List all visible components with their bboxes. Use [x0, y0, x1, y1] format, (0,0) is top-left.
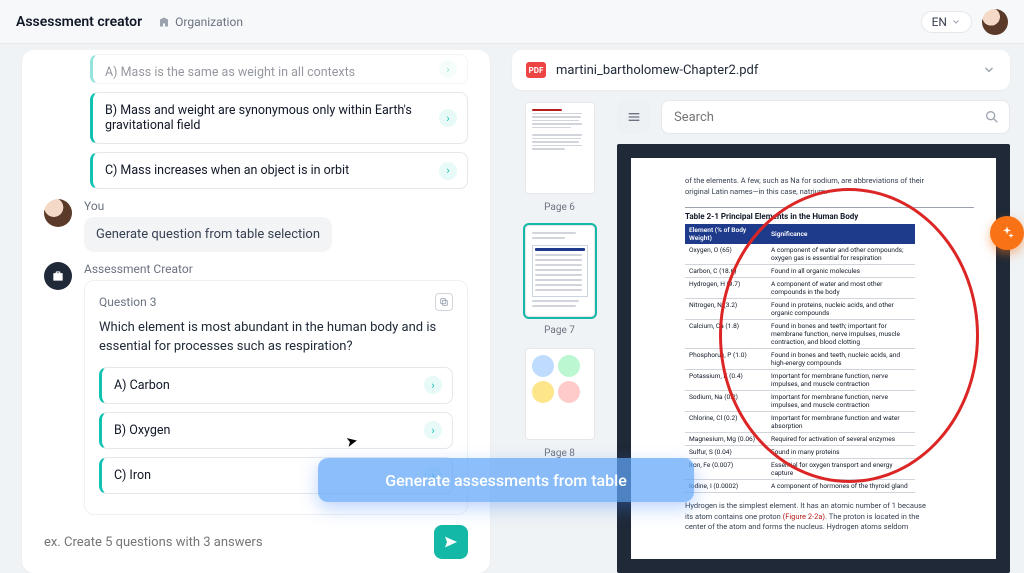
chevron-down-icon [982, 63, 996, 77]
answer-option-c[interactable]: C) Iron › [99, 457, 453, 494]
table-row[interactable]: Sulfur, S (0.04)Found in many proteins [685, 446, 915, 459]
view-menu-button[interactable] [617, 100, 651, 134]
pdf-viewer[interactable]: of the elements. A few, such as Na for s… [617, 144, 1010, 573]
sparkle-icon [999, 225, 1015, 241]
answer-option-a-prev[interactable]: A) Mass is the same as weight in all con… [90, 54, 468, 84]
table-title: Table 2-1 Principal Elements in the Huma… [685, 207, 974, 221]
doc-search-input[interactable] [661, 100, 1010, 134]
table-row[interactable]: Potassium, K (0.4)Important for membrane… [685, 370, 915, 391]
thumbnail-page-8[interactable] [525, 348, 595, 440]
question-number: Question 3 [99, 295, 156, 309]
chevron-right-icon: › [439, 162, 457, 180]
search-icon [984, 109, 1000, 125]
chevron-right-icon: › [439, 60, 457, 78]
org-label: Organization [175, 15, 243, 29]
chevron-right-icon: › [424, 421, 442, 439]
answer-option-a[interactable]: A) Carbon › [99, 367, 453, 404]
table-row[interactable]: Nitrogen, N (3.2)Found in proteins, nucl… [685, 299, 915, 320]
chevron-right-icon: › [439, 109, 457, 127]
pdf-icon: PDF [526, 62, 546, 78]
answer-option-b-prev[interactable]: B) Mass and weight are synonymous only w… [90, 92, 468, 144]
table-row[interactable]: Iodine, I (0.0002)A component of hormone… [685, 480, 915, 493]
user-message: Generate question from table selection [84, 217, 332, 252]
table-row[interactable]: Calcium, Ca (1.8)Found in bones and teet… [685, 320, 915, 349]
sender-name: Assessment Creator [84, 262, 468, 276]
file-name: martini_bartholomew-Chapter2.pdf [556, 63, 758, 78]
elements-table[interactable]: Element (% of Body Weight) Significance … [685, 224, 915, 493]
copy-icon [439, 297, 449, 307]
thumbnail-page-6[interactable] [525, 102, 595, 194]
send-icon [443, 534, 459, 550]
question-text: Which element is most abundant in the hu… [99, 319, 453, 357]
col-significance: Significance [767, 224, 915, 244]
user-avatar-small [44, 199, 72, 227]
thumb-label: Page 6 [512, 202, 607, 213]
chevron-down-icon [951, 17, 961, 27]
chevron-right-icon: › [424, 376, 442, 394]
page-thumbnails: Page 6 Page 7 [512, 100, 607, 573]
app-header: Assessment creator Organization EN [0, 0, 1024, 44]
table-row[interactable]: Iron, Fe (0.007)Essential for oxygen tra… [685, 459, 915, 480]
menu-icon [626, 109, 642, 125]
thumbnail-page-7[interactable] [525, 225, 595, 317]
user-avatar[interactable] [982, 9, 1008, 35]
question-card: Question 3 Which element is most abundan… [84, 280, 468, 515]
table-row[interactable]: Chlorine, Cl (0.2)Important for membrane… [685, 412, 915, 433]
org-switcher[interactable]: Organization [158, 15, 243, 29]
answer-option-c-prev[interactable]: C) Mass increases when an object is in o… [90, 152, 468, 189]
lang-code: EN [932, 15, 947, 29]
chat-input[interactable] [44, 535, 424, 550]
briefcase-icon [51, 269, 65, 283]
copy-button[interactable] [435, 293, 453, 311]
send-button[interactable] [434, 525, 468, 559]
ai-fab-button[interactable] [990, 216, 1024, 250]
file-header[interactable]: PDF martini_bartholomew-Chapter2.pdf [512, 50, 1010, 90]
building-icon [158, 16, 170, 28]
table-row[interactable]: Phosphorus, P (1.0)Found in bones and te… [685, 349, 915, 370]
thumb-label: Page 8 [512, 448, 607, 459]
bot-avatar [44, 262, 72, 290]
thumb-label: Page 7 [512, 325, 607, 336]
figure-link[interactable]: (Figure 2-2a) [783, 512, 825, 521]
pdf-page: of the elements. A few, such as Na for s… [631, 158, 996, 559]
table-row[interactable]: Carbon, C (18.6)Found in all organic mol… [685, 265, 915, 278]
chevron-right-icon: › [424, 466, 442, 484]
table-row[interactable]: Oxygen, O (65)A component of water and o… [685, 244, 915, 265]
sender-name: You [84, 199, 468, 213]
col-element: Element (% of Body Weight) [685, 224, 767, 244]
chat-panel: A) Mass is the same as weight in all con… [22, 50, 490, 573]
table-row[interactable]: Hydrogen, H (9.7)A component of water an… [685, 278, 915, 299]
language-switcher[interactable]: EN [921, 11, 972, 33]
answer-option-b[interactable]: B) Oxygen › [99, 412, 453, 449]
table-row[interactable]: Sodium, Na (0.2)Important for membrane f… [685, 391, 915, 412]
table-row[interactable]: Magnesium, Mg (0.06)Required for activat… [685, 433, 915, 446]
page-title: Assessment creator [16, 14, 142, 30]
